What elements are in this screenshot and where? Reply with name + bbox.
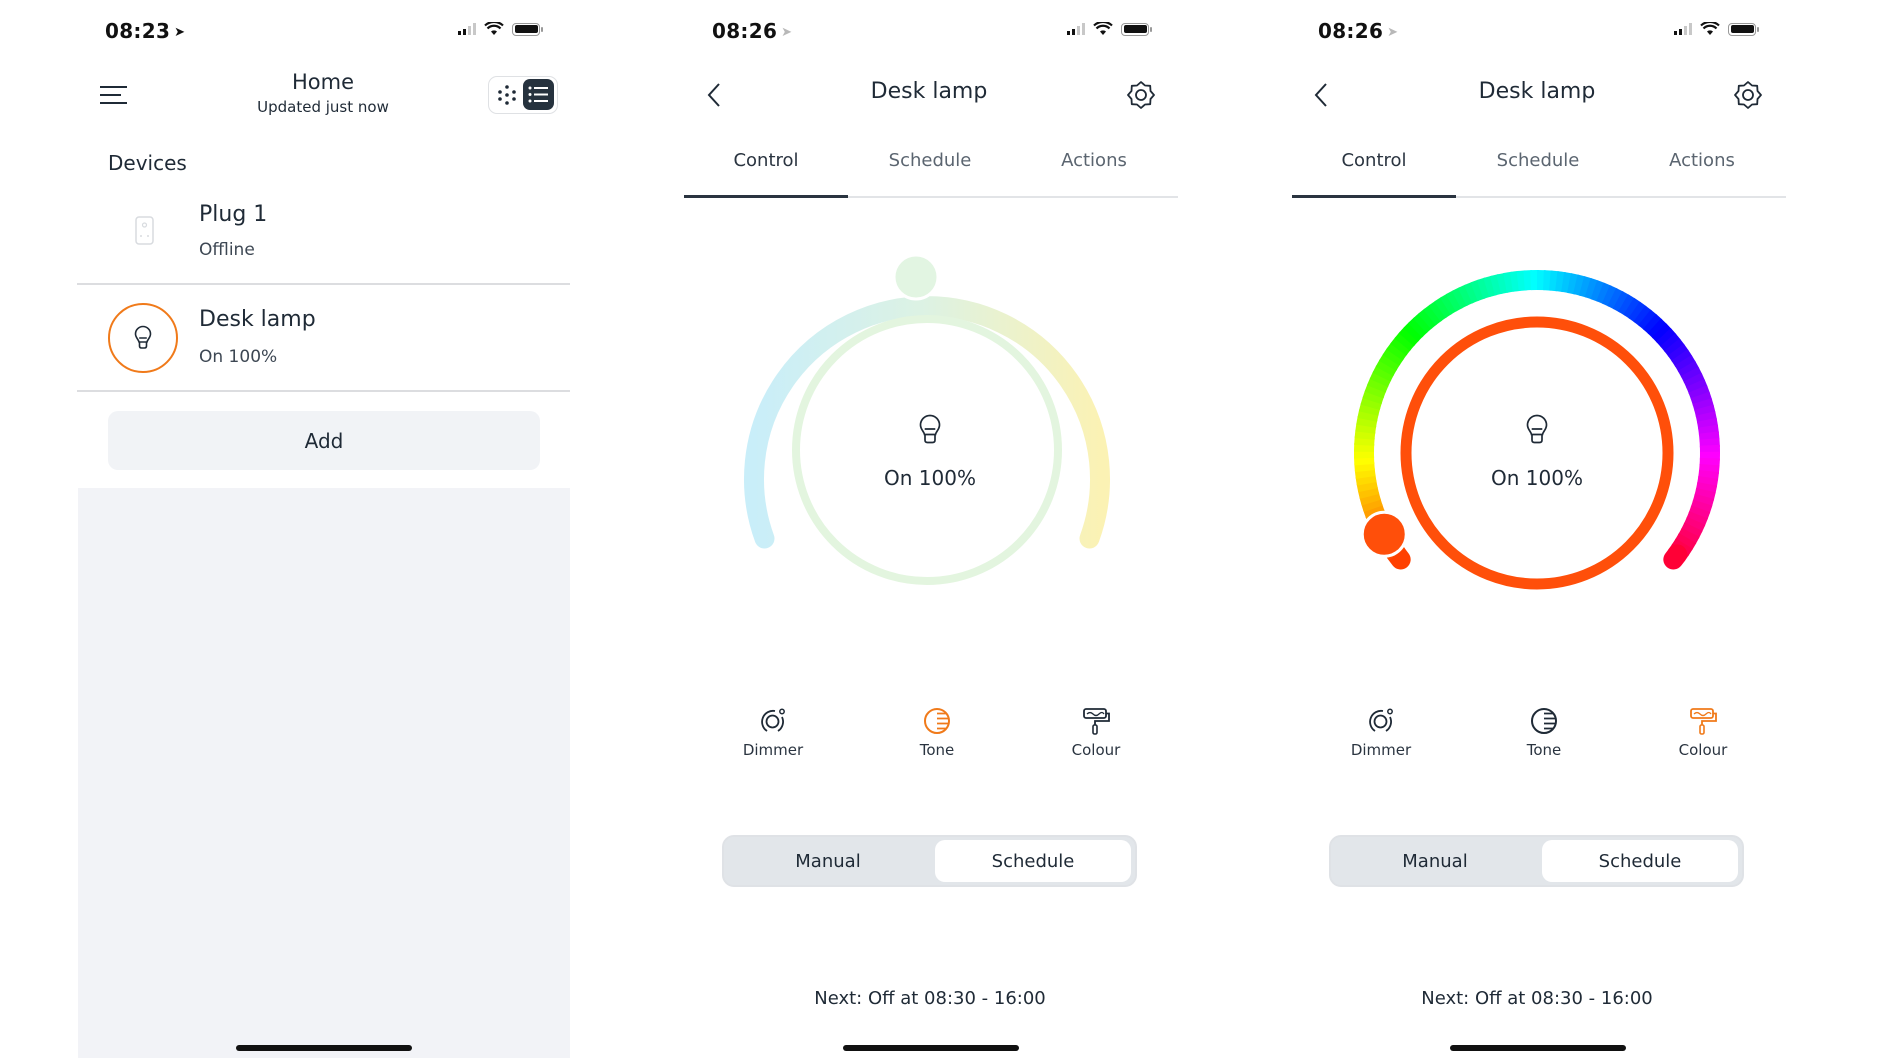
mode-label: Tone — [1526, 741, 1562, 759]
battery-icon — [512, 22, 543, 36]
location-arrow-icon: ➤ — [781, 25, 793, 40]
signal-icon — [458, 23, 476, 35]
tone-icon — [1531, 708, 1557, 734]
battery-icon — [1728, 22, 1759, 36]
mode-label: Dimmer — [1350, 741, 1412, 759]
hue-arc-segment — [1663, 544, 1688, 570]
grid-view-icon[interactable] — [496, 84, 518, 106]
mode-colour[interactable]: Colour — [1041, 707, 1151, 759]
segment-manual[interactable]: Manual — [728, 840, 928, 882]
mode-colour[interactable]: Colour — [1648, 707, 1758, 759]
colour-icon — [1690, 708, 1717, 735]
bulb-icon — [1526, 414, 1548, 444]
page-title: Home — [291, 70, 354, 94]
tab-control[interactable]: Control — [1292, 150, 1456, 171]
status-time: 08:23 ➤ — [105, 19, 186, 43]
mode-label: Tone — [919, 741, 955, 759]
home-indicator[interactable] — [843, 1045, 1019, 1051]
wifi-icon — [1700, 22, 1720, 35]
mode-dimmer[interactable]: Dimmer — [718, 707, 828, 759]
plug-icon — [135, 216, 154, 245]
tab-active-indicator — [684, 195, 848, 198]
list-view-icon — [528, 86, 548, 103]
add-device-button[interactable]: Add — [108, 411, 540, 470]
manual-schedule-toggle[interactable]: Manual Schedule — [722, 835, 1137, 887]
bulb-icon — [919, 414, 941, 444]
manual-schedule-toggle[interactable]: Manual Schedule — [1329, 835, 1744, 887]
page-title: Desk lamp — [1478, 79, 1596, 104]
dimmer-icon — [1369, 708, 1393, 732]
wifi-icon — [484, 22, 504, 35]
tone-knob[interactable] — [892, 255, 940, 301]
location-arrow-icon: ➤ — [174, 25, 186, 40]
signal-icon — [1674, 23, 1692, 35]
brightness-ring — [1400, 316, 1674, 590]
next-schedule-text: Next: Off at 08:30 - 16:00 — [814, 988, 1046, 1009]
list-view-button[interactable] — [523, 79, 554, 110]
page-subtitle: Updated just now — [257, 98, 389, 116]
segment-schedule[interactable]: Schedule — [1542, 840, 1738, 882]
divider — [77, 390, 570, 392]
dimmer-icon — [761, 708, 785, 732]
device-active-ring — [108, 303, 178, 373]
device-name: Plug 1 — [199, 202, 268, 227]
device-row-desk-lamp[interactable]: Desk lamp On 100% — [77, 286, 570, 390]
tab-active-indicator — [1292, 195, 1456, 198]
empty-device-area — [78, 488, 570, 1058]
colour-icon — [1083, 708, 1110, 735]
tone-icon — [924, 708, 950, 734]
status-icons — [1067, 22, 1152, 36]
menu-icon[interactable] — [99, 84, 129, 106]
bulb-icon — [134, 325, 152, 349]
settings-gear-icon[interactable] — [1126, 80, 1156, 110]
view-toggle[interactable] — [488, 76, 558, 114]
mode-dimmer[interactable]: Dimmer — [1326, 707, 1436, 759]
tab-control[interactable]: Control — [684, 150, 848, 171]
settings-gear-icon[interactable] — [1733, 80, 1763, 110]
battery-icon — [1121, 22, 1152, 36]
divider — [77, 283, 570, 285]
home-indicator[interactable] — [236, 1045, 412, 1051]
status-icons — [1674, 22, 1759, 36]
page-title: Desk lamp — [870, 79, 988, 104]
hue-knob[interactable] — [1360, 510, 1408, 558]
device-status: Offline — [199, 240, 255, 260]
device-status: On 100% — [199, 347, 278, 367]
mode-label: Colour — [1071, 741, 1121, 759]
device-name: Desk lamp — [199, 307, 316, 332]
mode-tone[interactable]: Tone — [882, 707, 992, 759]
home-indicator[interactable] — [1450, 1045, 1626, 1051]
tab-actions[interactable]: Actions — [1620, 150, 1784, 171]
home-screen: 08:23 ➤ Home Updated just now Devices Plu… — [0, 0, 620, 1058]
next-schedule-text: Next: Off at 08:30 - 16:00 — [1421, 988, 1653, 1009]
mode-tone[interactable]: Tone — [1489, 707, 1599, 759]
back-icon[interactable] — [1313, 82, 1329, 108]
lamp-state-label: On 100% — [884, 466, 976, 490]
brightness-ring — [792, 315, 1062, 585]
devices-section-title: Devices — [108, 151, 187, 175]
mode-label: Dimmer — [742, 741, 804, 759]
segment-schedule[interactable]: Schedule — [935, 840, 1131, 882]
device-row-plug-1[interactable]: Plug 1 Offline — [77, 190, 570, 283]
desk-lamp-tone-screen: 08:26 ➤ Desk lamp Control Schedule Action… — [620, 0, 1240, 1058]
tab-schedule[interactable]: Schedule — [848, 150, 1012, 171]
location-arrow-icon: ➤ — [1387, 25, 1399, 40]
tab-actions[interactable]: Actions — [1012, 150, 1176, 171]
tab-schedule[interactable]: Schedule — [1456, 150, 1620, 171]
status-time: 08:26 ➤ — [1318, 19, 1399, 43]
desk-lamp-colour-screen: 08:26 ➤ Desk lamp Control Schedule Action… — [1240, 0, 1880, 1058]
status-icons — [458, 22, 543, 36]
mode-label: Colour — [1678, 741, 1728, 759]
back-icon[interactable] — [706, 82, 722, 108]
status-time: 08:26 ➤ — [712, 19, 793, 43]
segment-manual[interactable]: Manual — [1335, 840, 1535, 882]
wifi-icon — [1093, 22, 1113, 35]
lamp-state-label: On 100% — [1491, 466, 1583, 490]
signal-icon — [1067, 23, 1085, 35]
